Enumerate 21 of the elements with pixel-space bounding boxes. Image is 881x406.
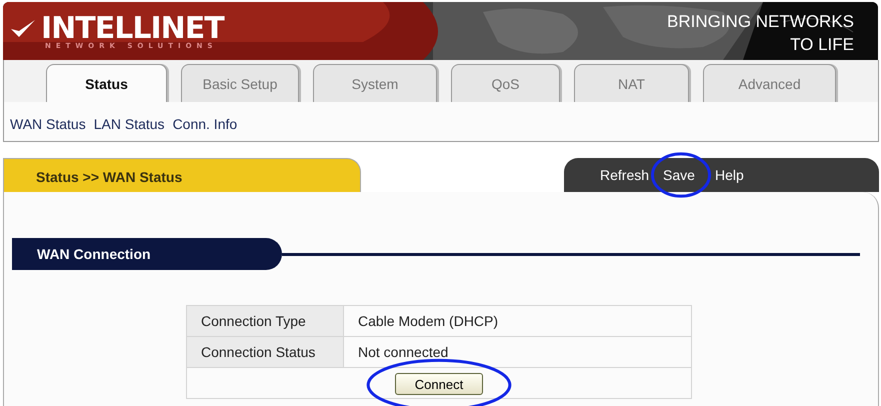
action-link[interactable]: Refresh xyxy=(600,167,650,183)
nav-tab[interactable]: NAT xyxy=(574,64,689,102)
highlight-ellipse xyxy=(650,151,712,199)
section-header: WAN Connection xyxy=(12,238,282,270)
nav-tab[interactable]: Status xyxy=(46,64,167,102)
connect-button[interactable]: Connect xyxy=(395,373,483,395)
submenu-link[interactable]: LAN Status xyxy=(94,116,165,132)
nav-tab[interactable]: Basic Setup xyxy=(181,64,299,102)
field-label: Connection Type xyxy=(186,306,344,336)
action-link[interactable]: Help xyxy=(714,167,744,183)
tagline: TO LIFE xyxy=(789,34,854,56)
tagline: BRINGING NETWORKS xyxy=(666,11,854,33)
nav-tab[interactable]: QoS xyxy=(451,64,560,102)
submenu-link[interactable]: Conn. Info xyxy=(172,116,238,132)
field-label: Connection Status xyxy=(186,336,344,368)
nav-tab[interactable]: System xyxy=(313,64,437,102)
action-link[interactable]: Save xyxy=(663,167,695,183)
nav-tab[interactable]: Advanced xyxy=(703,64,836,102)
field-value: Cable Modem (DHCP) xyxy=(344,306,692,336)
field-value: Not connected xyxy=(344,336,692,368)
submenu-link[interactable]: WAN Status xyxy=(10,116,86,132)
